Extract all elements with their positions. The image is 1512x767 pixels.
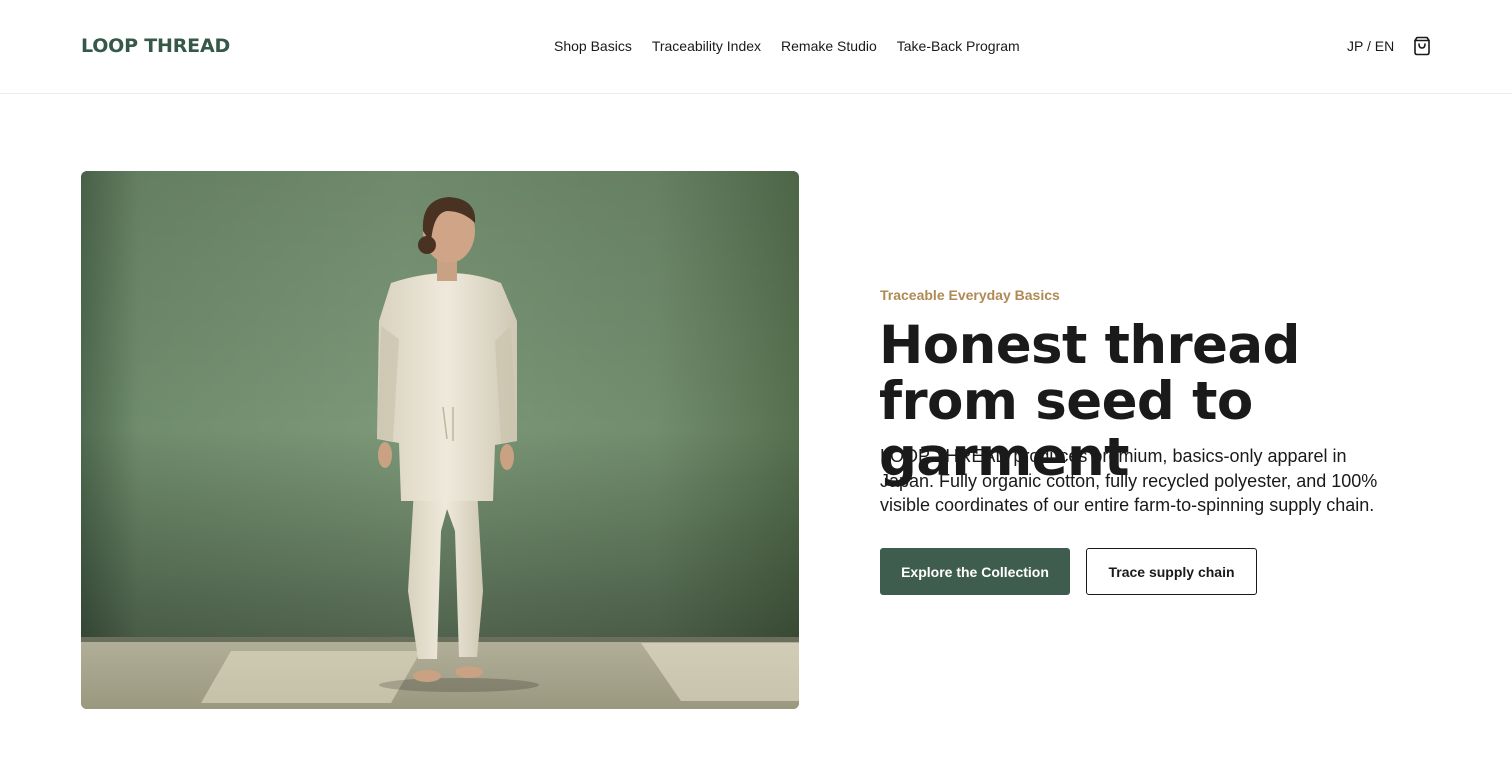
hero-description: LOOP THREAD produces premium, basics-onl… <box>880 446 1378 515</box>
nav-take-back-program[interactable]: Take-Back Program <box>897 36 1020 56</box>
nav-traceability-index[interactable]: Traceability Index <box>652 36 761 56</box>
main-nav: Shop Basics Traceability Index Remake St… <box>554 36 1020 56</box>
language-switcher[interactable]: JP / EN <box>1347 36 1394 56</box>
nav-remake-studio[interactable]: Remake Studio <box>781 36 877 56</box>
explore-collection-button[interactable]: Explore the Collection <box>880 548 1070 595</box>
hero-image <box>81 171 799 709</box>
hero-eyebrow: Traceable Everyday Basics <box>880 287 1060 303</box>
nav-shop-basics[interactable]: Shop Basics <box>554 36 632 56</box>
site-header: LOOP THREAD Shop Basics Traceability Ind… <box>0 0 1512 94</box>
shopping-bag-icon[interactable] <box>1411 35 1433 57</box>
trace-supply-chain-button[interactable]: Trace supply chain <box>1086 548 1257 595</box>
brand-logo[interactable]: LOOP THREAD <box>81 33 230 59</box>
